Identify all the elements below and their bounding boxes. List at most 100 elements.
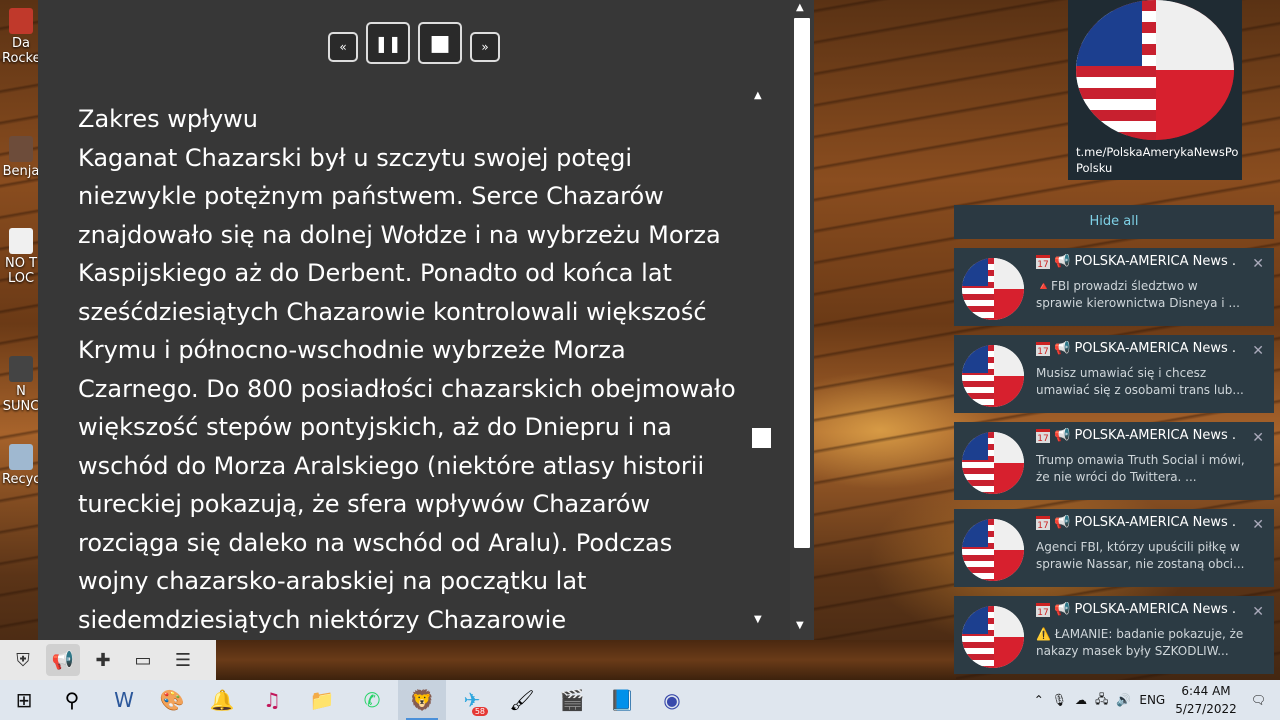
desktop-icon-da-rocke[interactable]: Da Rocke — [2, 8, 41, 66]
notification-title: 17 📢 POLSKA-AMERICA News ... — [1036, 341, 1236, 356]
system-tray: ⌃ 🎙 ☁ 🖧 🔊 ENG 6:44 AM 5/27/2022 🗨 — [1030, 680, 1280, 720]
notification-body: ⚠️ ŁAMANIE: badanie pokazuje, że nakazy … — [1036, 627, 1244, 658]
calendar-icon: 17 — [1036, 255, 1050, 269]
notification-item[interactable]: 17 📢 POLSKA-AMERICA News ... Musisz umaw… — [954, 335, 1274, 413]
notification-item[interactable]: 17 📢 POLSKA-AMERICA News ... 🔺FBI prowad… — [954, 248, 1274, 326]
folder-icon: 📁 — [309, 688, 335, 712]
taskbar-app-paint[interactable]: 🎨 — [148, 680, 196, 720]
channel-avatar-icon — [962, 432, 1024, 494]
media-player-icon: ◉ — [663, 688, 681, 712]
network-icon[interactable]: 🖧 — [1095, 690, 1108, 711]
notification-body: 🔺FBI prowadzi śledztwo w sprawie kierown… — [1036, 279, 1240, 310]
word-icon: W — [114, 688, 134, 712]
chevron-up-icon[interactable]: ⌃ — [1034, 693, 1044, 707]
desktop-icon-n-sunc[interactable]: N SUNC — [2, 356, 40, 414]
notification-panel: Hide all 17 📢 POLSKA-AMERICA News ... 🔺F… — [954, 205, 1274, 674]
scroll-down-arrow-icon[interactable]: ▼ — [796, 620, 804, 631]
brave-icon: 🦁 — [409, 688, 435, 712]
reader-text-area[interactable]: Zakres wpływu Kaganat Chazarski był u sz… — [78, 100, 738, 636]
clapperboard-icon: 🎬 — [559, 688, 585, 712]
notification-badge: 58 — [471, 707, 488, 716]
taskbar-app-notepad[interactable]: 📘 — [598, 680, 646, 720]
close-icon[interactable]: ✕ — [1252, 256, 1264, 272]
scrollbar-thumb[interactable] — [794, 18, 810, 548]
playback-controls: « ❚❚ ■ » — [328, 22, 500, 64]
inner-scroll-down-arrow-icon[interactable]: ▼ — [754, 614, 762, 625]
taskbar-app-media[interactable]: ◉ — [648, 680, 696, 720]
notification-item[interactable]: 17 📢 POLSKA-AMERICA News ... Trump omawi… — [954, 422, 1274, 500]
hide-all-button[interactable]: Hide all — [954, 205, 1274, 239]
notification-item[interactable]: 17 📢 POLSKA-AMERICA News ... ⚠️ ŁAMANIE:… — [954, 596, 1274, 674]
channel-avatar-icon — [962, 258, 1024, 320]
channel-avatar-icon — [962, 519, 1024, 581]
close-icon[interactable]: ✕ — [1252, 517, 1264, 533]
desktop-icon-recycle-bin[interactable]: Recyc — [2, 444, 40, 487]
close-icon[interactable]: ✕ — [1252, 604, 1264, 620]
desktop-icon-no-t-loc[interactable]: NO T LOC — [2, 228, 40, 286]
menu-icon[interactable]: ☰ — [166, 644, 200, 676]
notification-item[interactable]: 17 📢 POLSKA-AMERICA News ... Agenci FBI,… — [954, 509, 1274, 587]
taskbar-brave[interactable]: 🦁 — [398, 680, 446, 720]
taskbar-app-paint3d[interactable]: 🖌 — [498, 680, 546, 720]
inner-scroll-up-arrow-icon[interactable]: ▲ — [754, 90, 762, 101]
app-icon — [9, 8, 33, 34]
close-icon[interactable]: ✕ — [1252, 343, 1264, 359]
stop-button[interactable]: ■ — [418, 22, 462, 64]
taskbar-video-editor[interactable]: 🎬 — [548, 680, 596, 720]
notifications-center-icon[interactable]: 🗨 — [1251, 693, 1266, 707]
reader-heading: Zakres wpływu — [78, 105, 259, 133]
pause-button[interactable]: ❚❚ — [366, 22, 410, 64]
forward-icon: » — [481, 40, 489, 54]
taskbar-whatsapp[interactable]: ✆ — [348, 680, 396, 720]
wallet-icon[interactable]: ▭ — [126, 644, 160, 676]
music-icon: ♫ — [263, 688, 281, 712]
document-icon — [9, 228, 33, 254]
clock-date: 5/27/2022 — [1175, 702, 1237, 716]
start-button[interactable]: ⊞ — [0, 680, 48, 720]
notification-title: 17 📢 POLSKA-AMERICA News ... — [1036, 515, 1236, 530]
notification-body: Agenci FBI, którzy upuścili piłkę w spra… — [1036, 540, 1245, 571]
taskbar-file-explorer[interactable]: 📁 — [298, 680, 346, 720]
taskbar-word[interactable]: W — [100, 680, 148, 720]
desktop-icon-benja[interactable]: Benja — [2, 136, 40, 179]
taskbar-itunes[interactable]: ♫ — [248, 680, 296, 720]
windows-taskbar: ⊞ ⚲ W 🎨 🔔 ♫ 📁 ✆ 🦁 ✈ 58 🖌 🎬 📘 ◉ ⌃ 🎙 ☁ 🖧 🔊 … — [0, 680, 1280, 720]
search-icon: ⚲ — [64, 688, 80, 712]
telegram-channel-link[interactable]: t.me/PolskaAmerykaNewsPo Polsku — [1076, 144, 1242, 176]
calendar-icon: 17 — [1036, 429, 1050, 443]
window-scrollbar[interactable]: ▲ ▼ — [790, 0, 814, 640]
calendar-icon: 17 — [1036, 342, 1050, 356]
megaphone-icon: 📢 — [1054, 341, 1071, 356]
search-button[interactable]: ⚲ — [48, 680, 96, 720]
megaphone-icon: 📢 — [1054, 515, 1071, 530]
cloud-icon[interactable]: ☁ — [1075, 693, 1087, 707]
taskbar-telegram[interactable]: ✈ 58 — [448, 680, 496, 720]
megaphone-icon: 📢 — [1054, 602, 1071, 617]
browser-toolbar-strip: ⛨ 📢 ✚ ▭ ☰ — [0, 640, 216, 680]
desktop-icons: Da Rocke Benja NO T LOC N SUNC Recyc — [0, 0, 41, 690]
inner-scroll-thumb[interactable] — [752, 428, 771, 448]
rewind-button[interactable]: « — [328, 32, 358, 62]
notification-title: 17 📢 POLSKA-AMERICA News ... — [1036, 602, 1236, 617]
volume-icon[interactable]: 🔊 — [1116, 693, 1131, 707]
brave-shield-icon[interactable]: ⛨ — [6, 644, 40, 676]
telegram-channel-card[interactable]: t.me/PolskaAmerykaNewsPo Polsku — [1068, 0, 1242, 180]
clock[interactable]: 6:44 AM 5/27/2022 — [1175, 682, 1237, 718]
notification-body: Musisz umawiać się i chcesz umawiać się … — [1036, 366, 1244, 397]
scroll-up-arrow-icon[interactable]: ▲ — [796, 2, 804, 13]
pause-icon: ❚❚ — [374, 33, 402, 53]
channel-avatar-icon — [962, 345, 1024, 407]
notification-title: 17 📢 POLSKA-AMERICA News ... — [1036, 254, 1236, 269]
forward-button[interactable]: » — [470, 32, 500, 62]
close-icon[interactable]: ✕ — [1252, 430, 1264, 446]
extensions-puzzle-icon[interactable]: ✚ — [86, 644, 120, 676]
megaphone-icon: 📢 — [1054, 428, 1071, 443]
notification-body: Trump omawia Truth Social i mówi, że nie… — [1036, 453, 1245, 484]
taskbar-app-notify[interactable]: 🔔 — [198, 680, 246, 720]
palette-icon: 🖌 — [509, 688, 535, 712]
microphone-icon[interactable]: 🎙 — [1052, 693, 1067, 707]
clock-time: 6:44 AM — [1181, 684, 1231, 698]
language-indicator[interactable]: ENG — [1139, 693, 1165, 707]
windows-logo-icon: ⊞ — [15, 688, 33, 712]
speaker-extension-icon[interactable]: 📢 — [46, 644, 80, 676]
